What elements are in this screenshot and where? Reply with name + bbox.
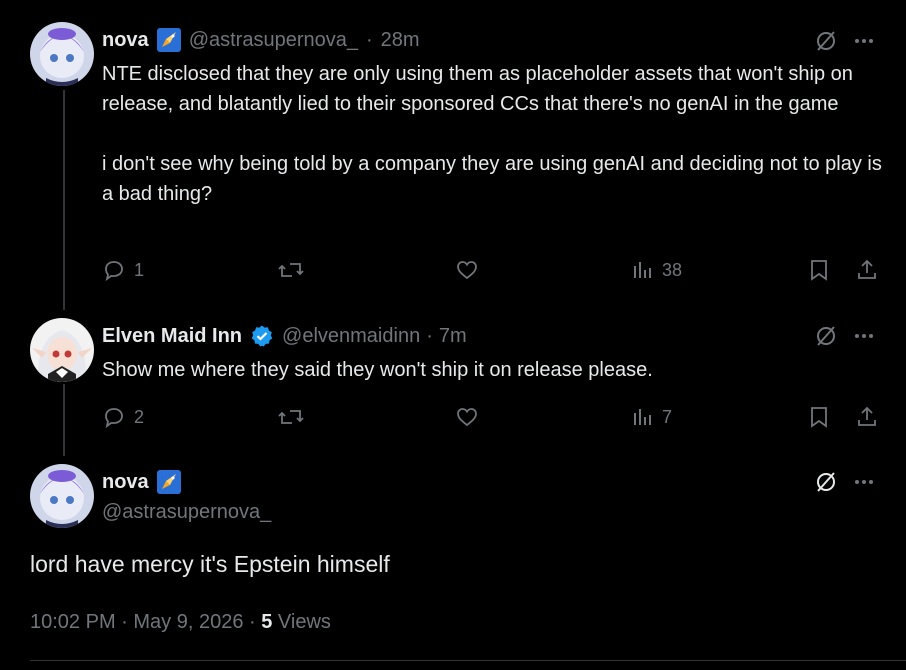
views-icon [634, 409, 651, 425]
bookmark-icon[interactable] [808, 405, 830, 434]
divider [30, 660, 906, 661]
views-count: 7 [662, 406, 673, 427]
views-label: Views [277, 611, 331, 633]
retweet-icon [278, 410, 304, 424]
thread-line [63, 384, 65, 456]
views-button[interactable]: 7 [632, 405, 672, 429]
reply-count: 1 [134, 259, 145, 280]
views-count: 5 [261, 611, 273, 633]
views-button[interactable]: 38 [632, 258, 682, 282]
verified-icon [250, 324, 274, 348]
more-icon[interactable] [852, 470, 876, 499]
retweet-button[interactable] [278, 405, 312, 429]
reply-button[interactable]: 2 [102, 405, 144, 429]
reply-count: 2 [134, 406, 145, 427]
grok-icon[interactable] [814, 29, 838, 58]
reply-icon [105, 408, 123, 429]
tweet-text: Show me where they said they won't ship … [102, 359, 653, 381]
meta-separator: · [243, 611, 262, 633]
tweet-text: lord have mercy it's Epstein himself [30, 551, 390, 577]
views-count: 38 [662, 259, 683, 280]
views-icon [634, 262, 651, 278]
reply-icon [105, 261, 123, 282]
avatar[interactable] [30, 318, 94, 382]
grok-icon[interactable] [814, 470, 838, 499]
author-name[interactable]: nova [102, 471, 149, 494]
tweet-time[interactable]: 7m [439, 325, 467, 348]
share-icon[interactable] [855, 258, 879, 287]
avatar[interactable] [30, 22, 94, 86]
reply-button[interactable]: 1 [102, 258, 144, 282]
emoji-badge-icon [156, 28, 181, 52]
like-icon [457, 261, 477, 280]
thread-line [63, 90, 65, 310]
like-button[interactable] [455, 258, 487, 282]
author-handle[interactable]: @astrasupernova_ [189, 29, 358, 52]
author-name[interactable]: nova [102, 29, 149, 52]
retweet-icon [278, 263, 304, 277]
more-icon[interactable] [852, 29, 876, 58]
share-icon[interactable] [855, 405, 879, 434]
dot-separator: · [365, 28, 373, 51]
emoji-badge-icon [156, 470, 181, 494]
tweet-text: NTE disclosed that they are only using t… [102, 63, 882, 205]
author-handle[interactable]: @astrasupernova_ [102, 501, 271, 524]
like-button[interactable] [455, 405, 487, 429]
author-handle[interactable]: @elvenmaidinn [282, 325, 420, 348]
like-icon [457, 408, 477, 427]
grok-icon[interactable] [814, 324, 838, 353]
tweet-meta: 10:02 PM · May 9, 2026 · 5 Views [30, 611, 331, 634]
more-icon[interactable] [852, 324, 876, 353]
avatar[interactable] [30, 464, 94, 528]
bookmark-icon[interactable] [808, 258, 830, 287]
tweet-time[interactable]: 28m [381, 29, 420, 52]
dot-separator: · [426, 324, 433, 347]
retweet-button[interactable] [278, 258, 312, 282]
author-name[interactable]: Elven Maid Inn [102, 325, 242, 348]
timestamp[interactable]: 10:02 PM · May 9, 2026 [30, 611, 243, 633]
